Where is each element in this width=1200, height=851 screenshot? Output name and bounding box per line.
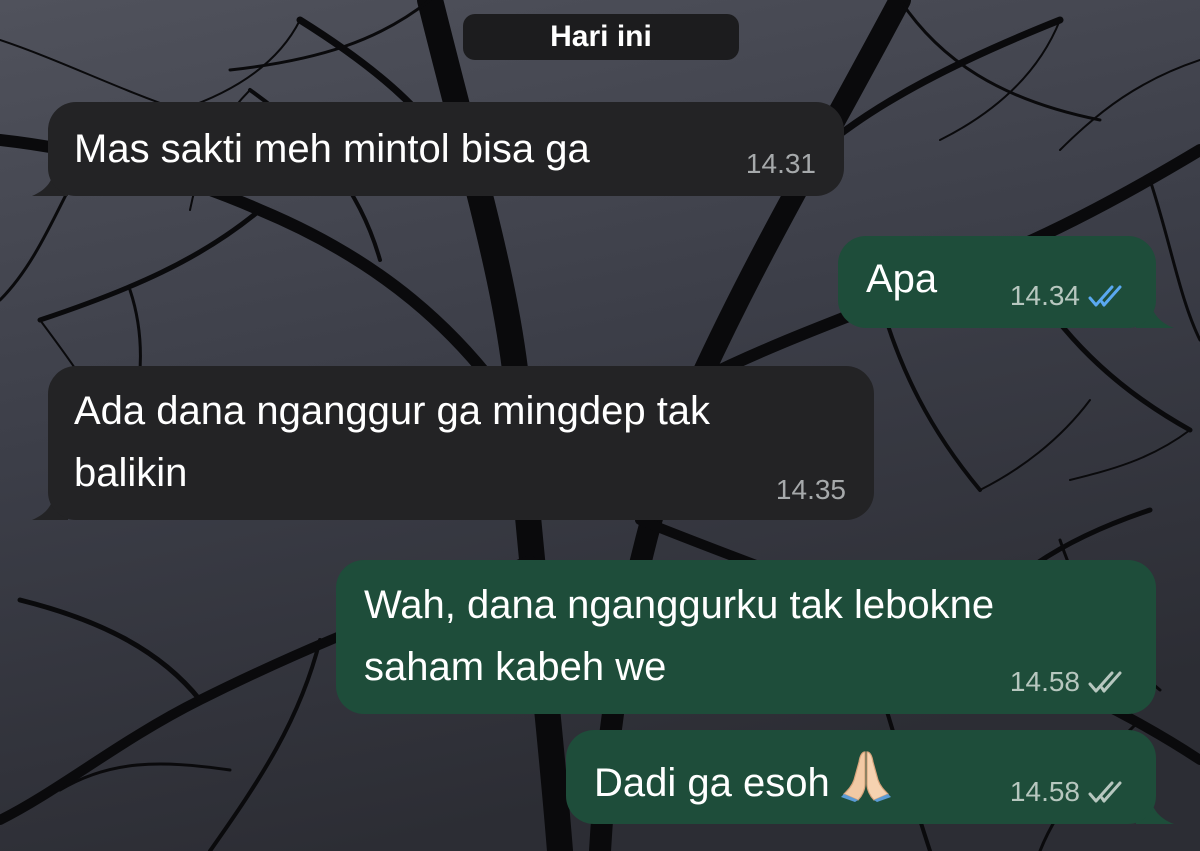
read-double-check-icon <box>1088 285 1122 307</box>
date-separator: Hari ini <box>463 14 739 60</box>
message-text-line: Ada dana nganggur ga mingdep tak <box>74 389 711 433</box>
message-time: 14.31 <box>745 148 816 179</box>
message-bubble-outgoing[interactable]: Apa 14.34 <box>838 236 1156 328</box>
message-meta: 14.58 <box>1010 776 1130 808</box>
message-bubble-incoming[interactable]: Mas sakti meh mintol bisa ga 14.31 <box>48 102 844 196</box>
message-text-line: saham kabeh we <box>364 645 667 689</box>
message-text-line: Wah, dana nganggurku tak lebokne <box>364 583 995 627</box>
message-text: Dadi ga esoh <box>594 746 894 812</box>
folded-hands-icon <box>840 751 891 802</box>
message-time: 14.34 <box>1009 280 1080 311</box>
message-bubble-incoming[interactable]: Ada dana nganggur ga mingdep tak balikin… <box>48 366 874 520</box>
message-meta: 14.58 <box>1010 666 1130 698</box>
message-bubble-outgoing[interactable]: Wah, dana nganggurku tak lebokne saham k… <box>336 560 1156 714</box>
message-text: Mas sakti meh mintol bisa ga <box>74 127 590 171</box>
message-text: Apa <box>866 257 938 301</box>
message-bubble-outgoing[interactable]: Dadi ga esoh 14.58 <box>566 730 1156 824</box>
message-meta: 14.34 <box>1010 280 1130 312</box>
message-text-line: balikin <box>74 451 188 495</box>
message-time: 14.58 <box>1009 666 1080 697</box>
message-time: 14.35 <box>775 474 846 505</box>
delivered-double-check-icon <box>1088 671 1122 693</box>
message-text-content: Dadi ga esoh <box>594 761 830 805</box>
delivered-double-check-icon <box>1088 781 1122 803</box>
date-label: Hari ini <box>550 20 652 53</box>
message-time: 14.58 <box>1009 776 1080 807</box>
